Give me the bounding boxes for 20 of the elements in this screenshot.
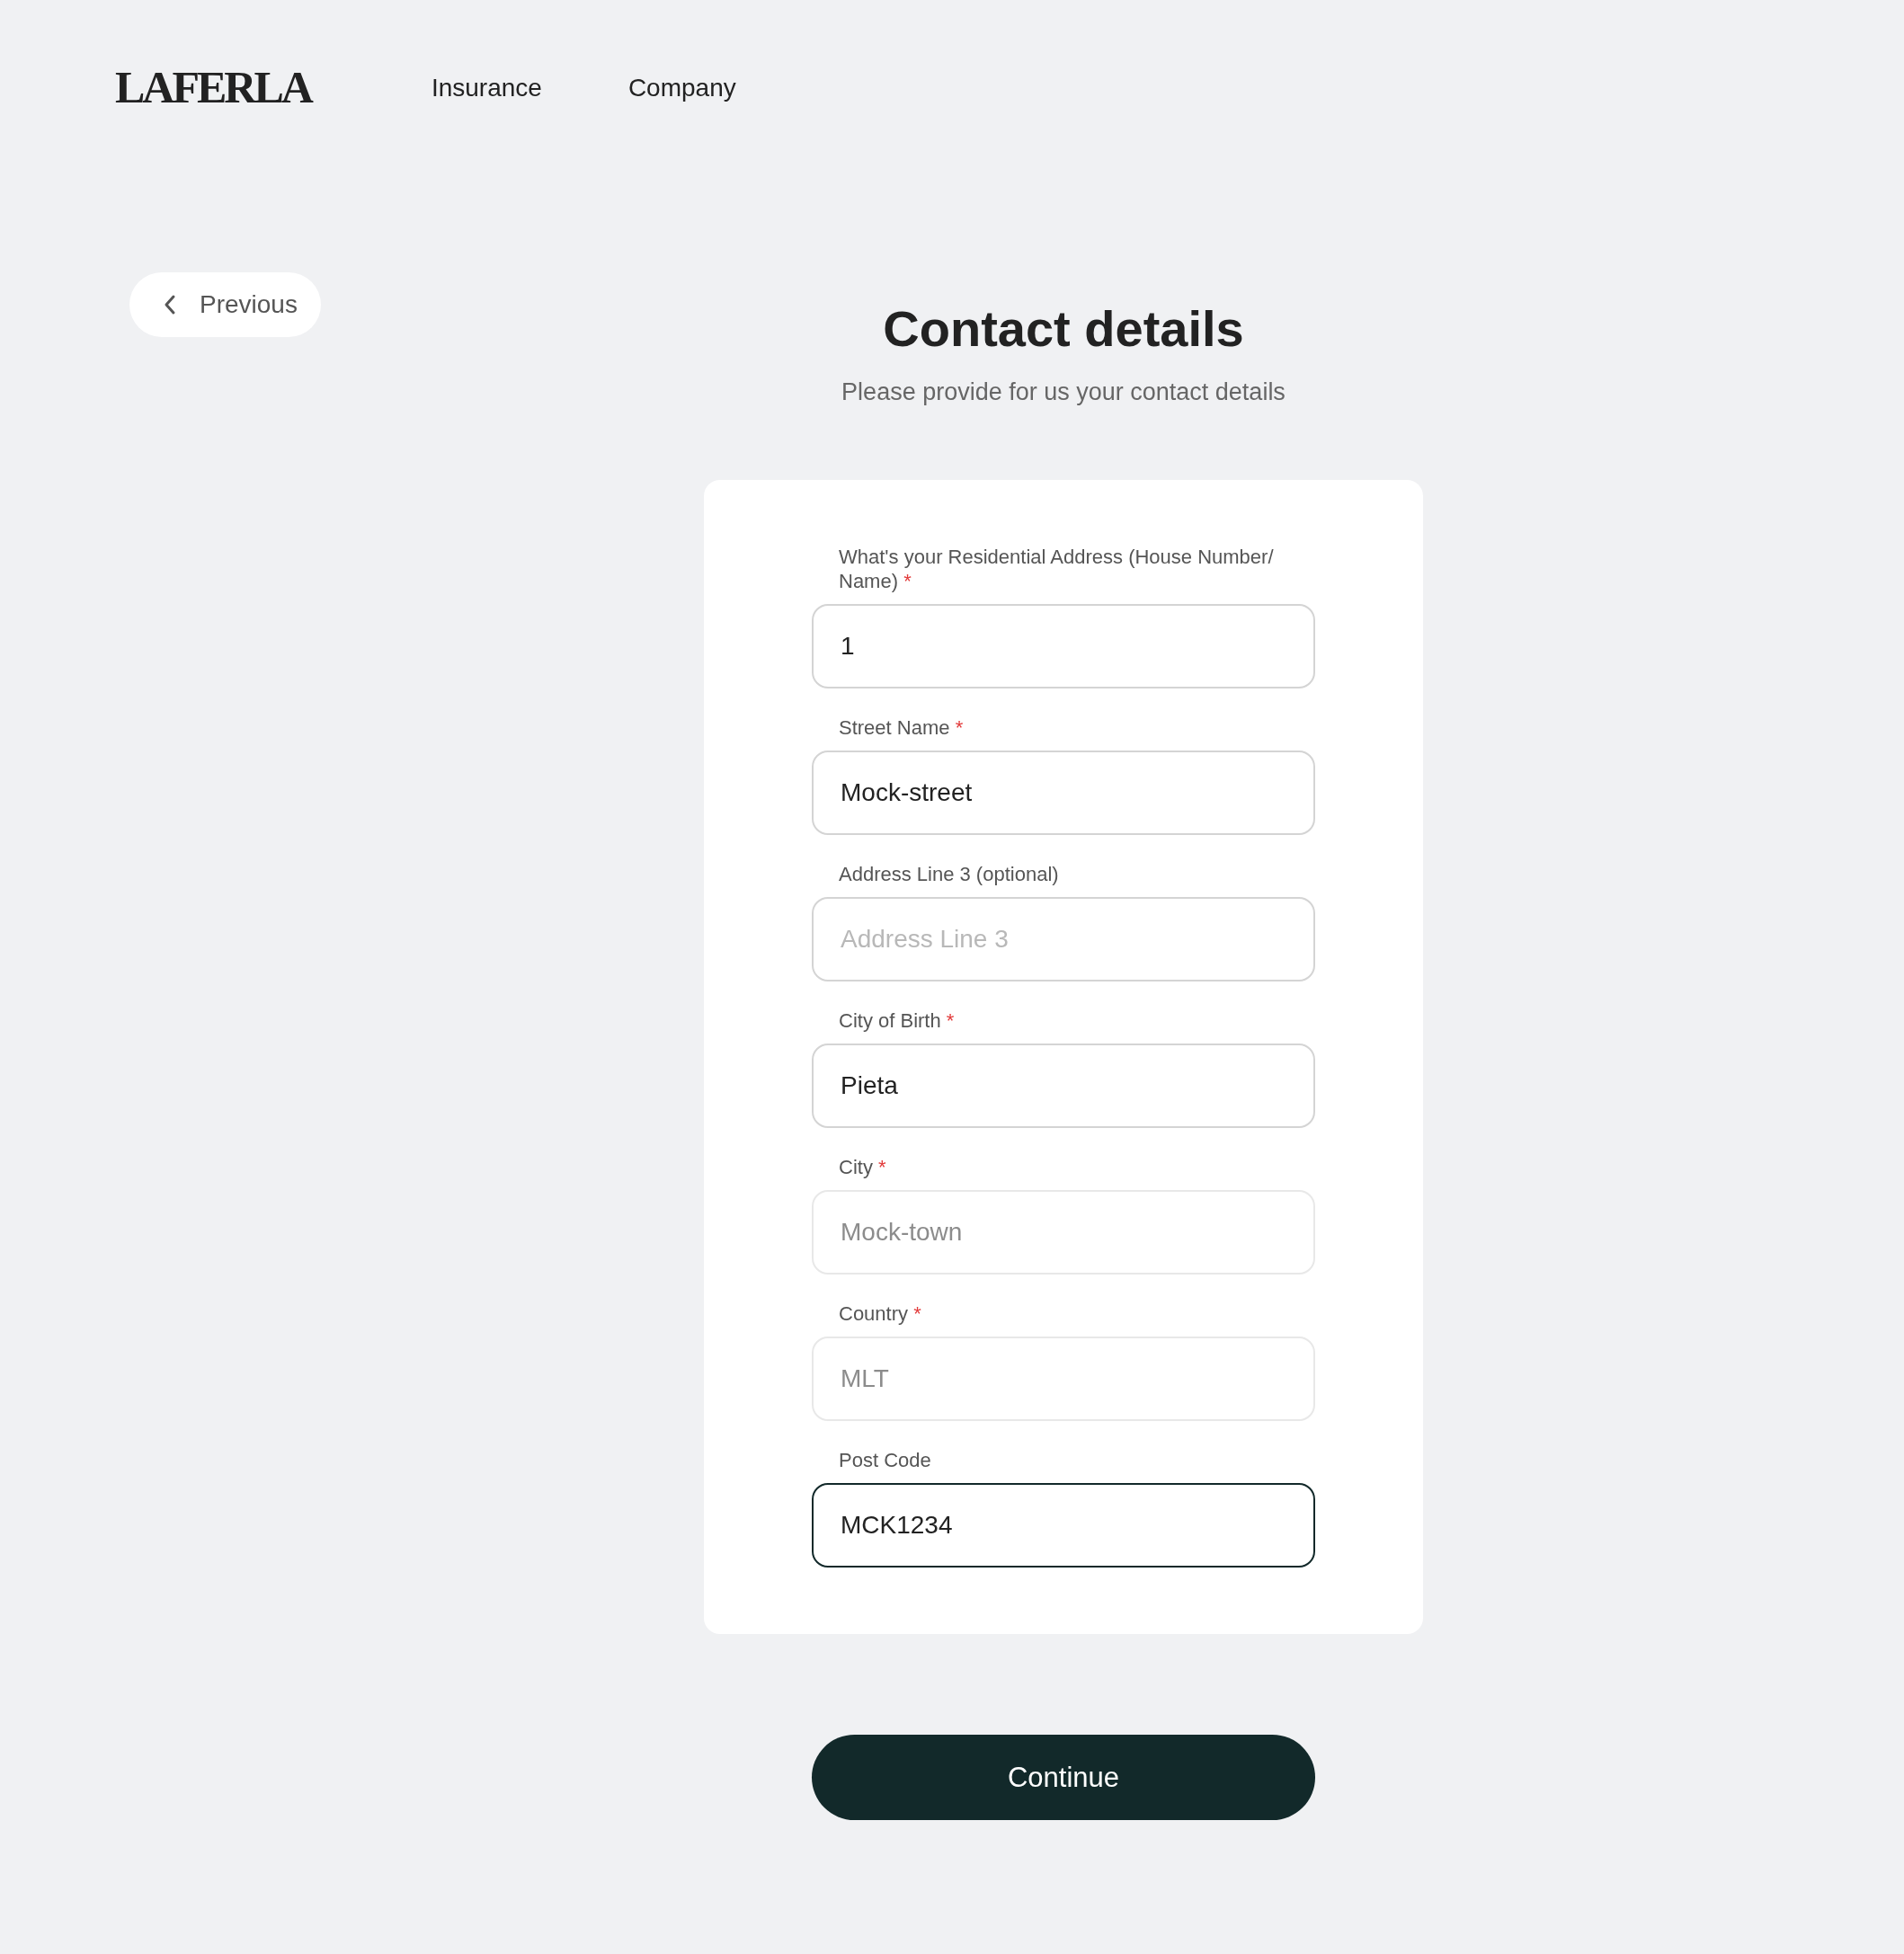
field-label: City of Birth * bbox=[838, 1008, 956, 1034]
input-field[interactable]: Mock-street bbox=[812, 751, 1315, 836]
page-title: Contact details bbox=[883, 299, 1244, 359]
input-field[interactable]: Address Line 3 bbox=[812, 897, 1315, 982]
input-field[interactable]: MCK1234 bbox=[812, 1483, 1315, 1568]
continue-button[interactable]: Continue bbox=[812, 1735, 1315, 1821]
field-label: Post Code bbox=[838, 1448, 932, 1473]
field-label: What's your Residential Address (House Number/ Name) * bbox=[838, 545, 1275, 594]
previous-button[interactable]: Previous bbox=[129, 272, 321, 337]
input-field[interactable]: 1 bbox=[812, 604, 1315, 689]
field-label: Street Name * bbox=[838, 715, 965, 741]
chevron-left-icon bbox=[164, 294, 176, 315]
brand-logo[interactable]: LAFERLA bbox=[115, 62, 315, 114]
page-subtitle: Please provide for us your contact details bbox=[841, 378, 1286, 407]
nav-link[interactable]: Company bbox=[627, 74, 736, 102]
nav-link[interactable]: Insurance bbox=[431, 74, 542, 102]
field-label: Country * bbox=[838, 1301, 922, 1327]
field-label: City * bbox=[838, 1155, 887, 1180]
field-label: Address Line 3 (optional) bbox=[838, 862, 1060, 887]
input-field[interactable]: Pieta bbox=[812, 1044, 1315, 1129]
